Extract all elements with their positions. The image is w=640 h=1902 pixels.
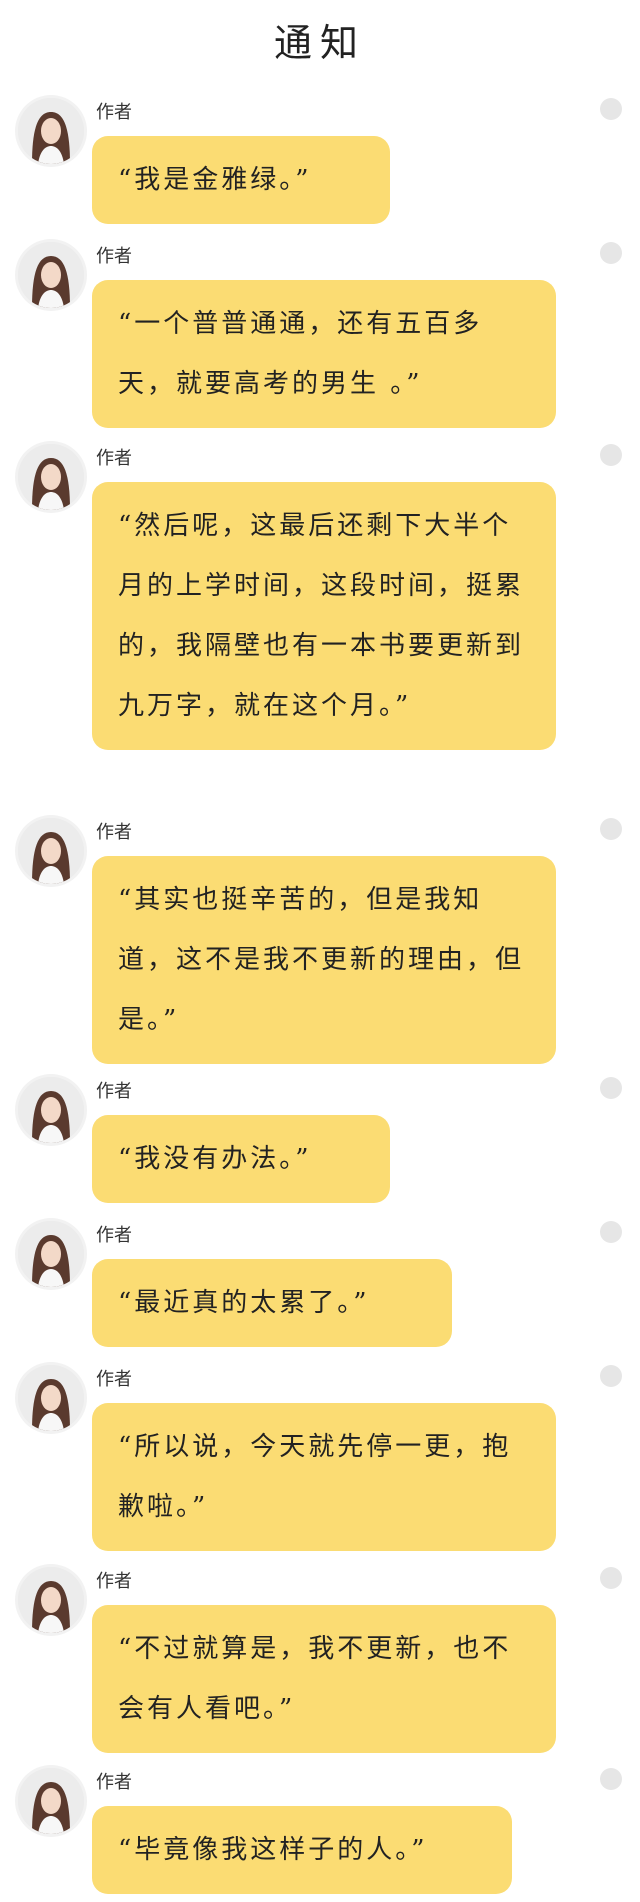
- message-bubble: “毕竟像我这样子的人。”: [92, 1806, 512, 1894]
- sender-name: 作者: [96, 102, 132, 123]
- status-dot-icon: [600, 1365, 622, 1387]
- avatar[interactable]: [18, 1365, 84, 1431]
- avatar[interactable]: [18, 1221, 84, 1287]
- status-dot-icon: [600, 1077, 622, 1099]
- message-bubble: “最近真的太累了。”: [92, 1259, 452, 1347]
- avatar[interactable]: [18, 444, 84, 510]
- page-title: 通知: [273, 21, 366, 65]
- sender-name: 作者: [96, 822, 132, 843]
- message-bubble: “然后呢，这最后还剩下大半个月的上学时间，这段时间，挺累的，我隔壁也有一本书要更…: [92, 482, 556, 750]
- message-bubble: “所以说，今天就先停一更，抱歉啦。”: [92, 1403, 556, 1551]
- avatar[interactable]: [18, 98, 84, 164]
- message-bubble: “其实也挺辛苦的，但是我知道，这不是我不更新的理由，但是。”: [92, 856, 556, 1064]
- sender-name: 作者: [96, 1081, 132, 1102]
- avatar[interactable]: [18, 1567, 84, 1633]
- status-dot-icon: [600, 1768, 622, 1790]
- sender-name: 作者: [96, 1369, 132, 1390]
- avatar[interactable]: [18, 818, 84, 884]
- sender-name: 作者: [96, 448, 132, 469]
- status-dot-icon: [600, 444, 622, 466]
- avatar[interactable]: [18, 1768, 84, 1834]
- message-bubble: “一个普普通通，还有五百多天，就要高考的男生 。”: [92, 280, 556, 428]
- status-dot-icon: [600, 1567, 622, 1589]
- status-dot-icon: [600, 98, 622, 120]
- avatar[interactable]: [18, 242, 84, 308]
- message-bubble: “我是金雅绿。”: [92, 136, 390, 224]
- status-dot-icon: [600, 818, 622, 840]
- status-dot-icon: [600, 242, 622, 264]
- status-dot-icon: [600, 1221, 622, 1243]
- sender-name: 作者: [96, 1571, 132, 1592]
- message-bubble: “我没有办法。”: [92, 1115, 390, 1203]
- avatar[interactable]: [18, 1077, 84, 1143]
- message-bubble: “不过就算是，我不更新，也不会有人看吧。”: [92, 1605, 556, 1753]
- sender-name: 作者: [96, 1772, 132, 1793]
- sender-name: 作者: [96, 246, 132, 267]
- sender-name: 作者: [96, 1225, 132, 1246]
